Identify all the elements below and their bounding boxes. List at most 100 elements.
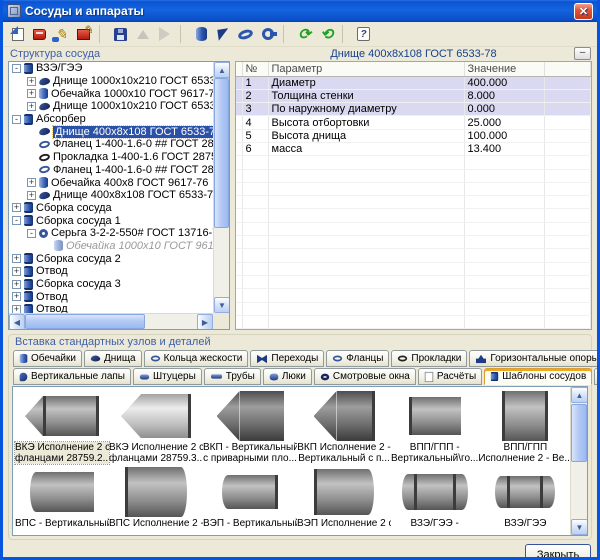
expand-expander[interactable]: + [27,77,36,86]
scrollbar-thumb[interactable] [25,314,145,329]
gallery-item[interactable]: ВЗЭ/ГЭЭ [478,466,570,535]
tree-item[interactable]: +Обечайка 400x8 ГОСТ 9617-76 [9,176,213,189]
tab-obechayki[interactable]: Обечайки [13,350,82,367]
tab-vertikalnye-lapy[interactable]: Вертикальные лапы [13,368,131,385]
tree-item[interactable]: -Абсорбер [9,113,213,126]
tree-item[interactable]: +Днище 1000x10x210 ГОСТ 6533-78 [9,75,213,88]
reload-button[interactable]: ⟲ [316,24,337,45]
tree-item[interactable]: Фланец 1-400-1.6-0 ## ГОСТ 28759 [9,138,213,151]
collapse-expander[interactable]: - [12,64,21,73]
export-up-button[interactable] [132,24,153,45]
column-number[interactable]: № [242,62,268,76]
expand-expander[interactable]: + [12,305,21,313]
edit-document-button[interactable] [73,24,94,45]
gallery-item[interactable]: ВКЭ Исполнение 2 сфланцами 28759.3... [109,390,203,466]
gallery-item[interactable]: ВКП - Вертикальныйс приварными пло... [203,390,297,466]
scroll-right-button[interactable]: ▶ [197,314,213,330]
tree-item[interactable]: +Отвод [9,290,213,303]
tree-item[interactable]: +Днище 1000x10x210 ГОСТ 6533-78 [9,100,213,113]
gallery-item[interactable]: ВПС Исполнение 2 - [109,466,203,535]
tab-flantsy[interactable]: Фланцы [326,350,389,367]
expand-expander[interactable]: + [12,254,21,263]
tree-vertical-scrollbar[interactable]: ▲ ▼ [213,62,229,313]
scrollbar-thumb[interactable] [214,78,229,228]
help-button[interactable]: ? [353,24,374,45]
expand-expander[interactable]: + [27,178,36,187]
collapse-expander[interactable]: - [27,229,36,238]
scroll-up-button[interactable]: ▲ [214,62,230,78]
tab-smotrovye-okna[interactable]: Смотровые окна [314,368,416,385]
value-cell[interactable]: 400.000 [464,76,544,89]
tree-item[interactable]: -Серьга 3-2-2-550# ГОСТ 13716-73 [9,227,213,240]
save-button[interactable] [110,24,131,45]
tab-prokladki[interactable]: Прокладки [391,350,467,367]
gallery-item[interactable]: ВКП Исполнение 2 -Вертикальный с п... [297,390,391,466]
gallery-item[interactable]: ВПС - Вертикальный [15,466,109,535]
gallery-item[interactable]: ВЗЭ/ГЭЭ - [391,466,478,535]
value-cell[interactable]: 8.000 [464,89,544,102]
shell-button[interactable] [191,24,212,45]
tree-item[interactable]: -Сборка сосуда 1 [9,214,213,227]
gallery-item[interactable]: ВПП/ГППИсполнение 2 - Ве... [478,390,570,466]
tree-item[interactable]: +Отвод [9,265,213,278]
gallery-item[interactable]: ВЭП Исполнение 2 с [297,466,391,535]
tree-item[interactable]: Обечайка 1000x10 ГОСТ 9617-76 [9,240,213,253]
column-value[interactable]: Значение [464,62,544,76]
tab-koltsa-zhestkosti[interactable]: Кольца жескости [144,350,249,367]
tab-raschyoty[interactable]: Расчёты [418,368,482,385]
tree-item[interactable]: +Днище 400x8x108 ГОСТ 6533-78 [9,189,213,202]
nozzle-button[interactable] [257,24,278,45]
expand-expander[interactable]: + [27,102,36,111]
edit-button[interactable]: ✎ [51,24,72,45]
table-row[interactable]: 3По наружному диаметру0.000 [236,103,591,116]
scroll-up-button[interactable]: ▲ [571,387,588,403]
collapse-panel-button[interactable]: – [574,47,591,60]
value-cell[interactable]: 100.000 [464,129,544,142]
tree-item[interactable]: -ВЗЭ/ГЭЭ [9,62,213,75]
tree-item[interactable]: +Отвод [9,303,213,313]
tab-dnishcha[interactable]: Днища [84,350,142,367]
expand-expander[interactable]: + [27,89,36,98]
tree-item[interactable]: +Обечайка 1000x10 ГОСТ 9617-76 [9,87,213,100]
table-row[interactable]: 5Высота днища100.000 [236,129,591,142]
value-cell[interactable]: 0.000 [464,103,544,116]
column-parameter[interactable]: Параметр [268,62,464,76]
tree-item[interactable]: +Сборка сосуда [9,202,213,215]
tab-shablony-sosudov[interactable]: Шаблоны сосудов [484,368,592,385]
scrollbar-thumb[interactable] [571,404,587,462]
gallery-vertical-scrollbar[interactable]: ▲ ▼ [570,387,587,535]
gallery-item[interactable]: ВКЭ Исполнение 2 сфланцами 28759.2... [15,390,109,466]
gallery-item[interactable]: ВПП/ГПП -Вертикальный\го... [391,390,478,466]
table-row[interactable]: 2Толщина стенки8.000 [236,89,591,102]
run-button[interactable] [154,24,175,45]
scroll-down-button[interactable]: ▼ [214,297,230,313]
value-cell[interactable]: 25.000 [464,116,544,129]
flange-button[interactable] [235,24,256,45]
tree-item[interactable]: +Сборка сосуда 3 [9,278,213,291]
tree-item[interactable]: Днище 400x8x108 ГОСТ 6533-78 [9,125,213,138]
scroll-left-button[interactable]: ◀ [9,314,25,330]
tree-horizontal-scrollbar[interactable]: ◀ ▶ [9,313,213,329]
open-document-button[interactable] [7,24,28,45]
tab-perekhody[interactable]: Переходы [250,350,324,367]
tab-gorizontalnye-opory[interactable]: Горизонтальные опоры [469,350,600,367]
scroll-down-button[interactable]: ▼ [571,519,588,535]
table-row[interactable]: 4Высота отбортовки25.000 [236,116,591,129]
tree-item[interactable]: Прокладка 1-400-1.6 ГОСТ 28759.6 [9,151,213,164]
value-cell[interactable]: 13.400 [464,142,544,155]
collapse-expander[interactable]: - [12,115,21,124]
tab-raznoe[interactable]: Разное [594,368,600,385]
update-button[interactable]: ⟳ [294,24,315,45]
expand-expander[interactable]: + [27,191,36,200]
close-button[interactable]: Закрыть [525,544,591,560]
collapse-expander[interactable]: - [12,216,21,225]
gallery-item[interactable]: ВЭП - Вертикальный [203,466,297,535]
tree-item[interactable]: Фланец 1-400-1.6-0 ## ГОСТ 28759 [9,164,213,177]
expand-expander[interactable]: + [12,280,21,289]
table-row[interactable]: 6масса13.400 [236,142,591,155]
expand-expander[interactable]: + [12,267,21,276]
expand-expander[interactable]: + [12,292,21,301]
close-document-button[interactable] [29,24,50,45]
tab-truby[interactable]: Трубы [204,368,261,385]
tree-item[interactable]: +Сборка сосуда 2 [9,252,213,265]
